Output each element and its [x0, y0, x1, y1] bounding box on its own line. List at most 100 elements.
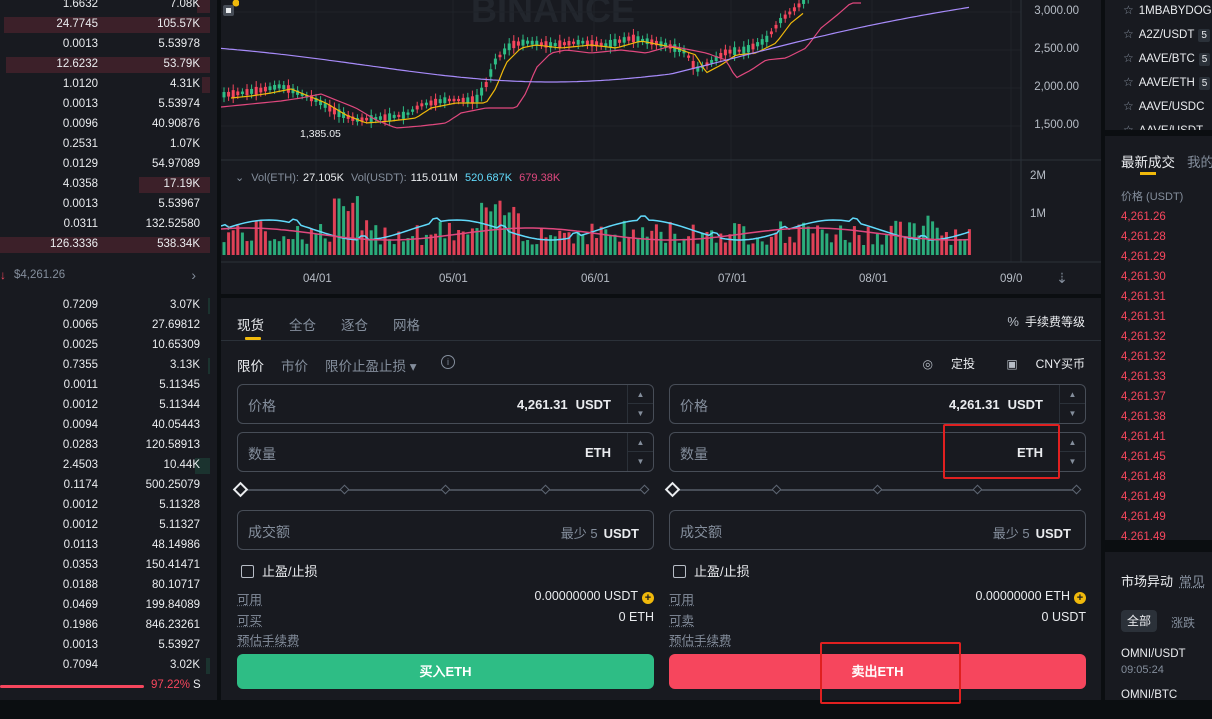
- ask-row[interactable]: 126.3336 538.34K: [0, 235, 210, 255]
- slider-step-25[interactable]: [771, 484, 782, 495]
- bid-row[interactable]: 0.0283 120.58913: [0, 436, 210, 456]
- vol-collapse-icon[interactable]: ⌄: [235, 172, 244, 184]
- slider-handle[interactable]: [664, 481, 681, 498]
- order-book-last-price[interactable]: ↓ $4,261.26 ›: [0, 264, 210, 286]
- bid-row[interactable]: 2.4503 10.44K: [0, 456, 210, 476]
- pair-item[interactable]: ☆ A2Z/USDT 5: [1123, 27, 1210, 42]
- buy-percent-slider[interactable]: [232, 481, 650, 498]
- common-link[interactable]: 常见: [1179, 574, 1205, 589]
- bid-row[interactable]: 0.0025 10.65309: [0, 336, 210, 356]
- bid-row[interactable]: 0.0065 27.69812: [0, 316, 210, 336]
- sell-price-field[interactable]: 价格 4,261.31 USDT ▲ ▼: [669, 384, 1086, 424]
- pair-item[interactable]: ☆ AAVE/BTC 5: [1123, 51, 1211, 66]
- add-funds-icon[interactable]: +: [1074, 592, 1086, 604]
- slider-step-100[interactable]: [1071, 484, 1082, 495]
- pair-item[interactable]: ☆ AAVE/ETH 5: [1123, 75, 1211, 90]
- bid-row[interactable]: 0.0012 5.11328: [0, 496, 210, 516]
- bid-row[interactable]: 0.0353 150.41471: [0, 556, 210, 576]
- bid-row[interactable]: 0.0094 40.05443: [0, 416, 210, 436]
- slider-step-50[interactable]: [872, 484, 883, 495]
- ask-row[interactable]: 0.0013 5.53978: [0, 35, 210, 55]
- ask-row[interactable]: 1.0120 4.31K: [0, 75, 210, 95]
- bid-row[interactable]: 0.7094 3.02K: [0, 656, 210, 676]
- decrement-icon[interactable]: ▼: [1060, 404, 1085, 423]
- expand-axis-icon[interactable]: ⇣: [1053, 270, 1071, 288]
- bid-row[interactable]: 0.0013 5.53927: [0, 636, 210, 656]
- ask-row[interactable]: 12.6232 53.79K: [0, 55, 210, 75]
- fee-level-link[interactable]: % 手续费等级: [1007, 313, 1085, 330]
- bid-row[interactable]: 0.0113 48.14986: [0, 536, 210, 556]
- sell-quantity-stepper[interactable]: ▲ ▼: [1059, 433, 1085, 471]
- kline-chart-canvas[interactable]: BINANCE: [221, 0, 1101, 294]
- buy-price-stepper[interactable]: ▲ ▼: [627, 385, 653, 423]
- sell-percent-slider[interactable]: [664, 481, 1082, 498]
- kline-chart[interactable]: BINANCE ⌄ Vol(ETH): 27.105K Vol(USDT): 115…: [221, 0, 1101, 294]
- notification-icon[interactable]: [221, 0, 239, 18]
- ask-row[interactable]: 0.2531 1.07K: [0, 135, 210, 155]
- increment-icon[interactable]: ▲: [628, 433, 653, 452]
- increment-icon[interactable]: ▲: [1060, 433, 1085, 452]
- ask-row[interactable]: 0.0311 132.52580: [0, 215, 210, 235]
- order-type-market[interactable]: 市价: [281, 355, 308, 375]
- sell-price-stepper[interactable]: ▲ ▼: [1059, 385, 1085, 423]
- order-type-limit[interactable]: 限价: [237, 355, 264, 375]
- buy-fee-label[interactable]: 预估手续费: [237, 630, 300, 649]
- tab-cross-margin[interactable]: 全仓: [289, 314, 316, 334]
- filter-all[interactable]: 全部: [1121, 610, 1157, 632]
- star-icon[interactable]: ☆: [1123, 75, 1134, 89]
- bid-row[interactable]: 0.7355 3.13K: [0, 356, 210, 376]
- star-icon[interactable]: ☆: [1123, 51, 1134, 65]
- star-icon[interactable]: ☆: [1123, 99, 1134, 113]
- decrement-icon[interactable]: ▼: [1060, 452, 1085, 471]
- ask-row[interactable]: 0.0096 40.90876: [0, 115, 210, 135]
- buy-price-field[interactable]: 价格 4,261.31 USDT ▲ ▼: [237, 384, 654, 424]
- slider-handle[interactable]: [232, 481, 249, 498]
- bid-row[interactable]: 0.0012 5.11327: [0, 516, 210, 536]
- increment-icon[interactable]: ▲: [628, 385, 653, 404]
- sell-price-value[interactable]: 4,261.31: [949, 397, 1000, 412]
- cny-buy-button[interactable]: ▣ CNY买币: [992, 357, 1085, 371]
- bid-row[interactable]: 0.0011 5.11345: [0, 376, 210, 396]
- bid-row[interactable]: 0.1174 500.25079: [0, 476, 210, 496]
- slider-step-75[interactable]: [540, 484, 551, 495]
- order-type-stop-limit[interactable]: 限价止盈止损 ▾: [325, 355, 417, 375]
- decrement-icon[interactable]: ▼: [628, 404, 653, 423]
- star-icon[interactable]: ☆: [1123, 3, 1134, 17]
- pair-item[interactable]: ☆ AAVE/USDT: [1123, 123, 1203, 130]
- buy-tpsl-checkbox[interactable]: 止盈/止损: [241, 561, 318, 580]
- buy-eth-button[interactable]: 买入ETH: [237, 654, 654, 689]
- ask-row[interactable]: 1.6632 7.08K: [0, 0, 210, 15]
- pair-item[interactable]: ☆ AAVE/USDC: [1123, 99, 1204, 113]
- ask-row[interactable]: 0.0013 5.53974: [0, 95, 210, 115]
- tab-latest-trades[interactable]: 最新成交: [1121, 155, 1175, 170]
- filter-rise-fall[interactable]: 涨跌: [1171, 614, 1195, 631]
- star-icon[interactable]: ☆: [1123, 123, 1134, 130]
- star-icon[interactable]: ☆: [1123, 27, 1134, 41]
- decrement-icon[interactable]: ▼: [628, 452, 653, 471]
- mover-pair[interactable]: OMNI/USDT: [1121, 648, 1186, 660]
- auto-invest-button[interactable]: ◎ 定投: [908, 357, 975, 371]
- buy-quantity-field[interactable]: 数量 ETH ▲ ▼: [237, 432, 654, 472]
- ask-row[interactable]: 4.0358 17.19K: [0, 175, 210, 195]
- tab-grid[interactable]: 网格: [393, 314, 420, 334]
- sell-total-field[interactable]: 成交额 最少 5 USDT: [669, 510, 1086, 550]
- buy-total-field[interactable]: 成交额 最少 5 USDT: [237, 510, 654, 550]
- bid-row[interactable]: 0.0188 80.10717: [0, 576, 210, 596]
- ask-row[interactable]: 24.7745 105.57K: [0, 15, 210, 35]
- bid-row[interactable]: 0.0469 199.84089: [0, 596, 210, 616]
- increment-icon[interactable]: ▲: [1060, 385, 1085, 404]
- tab-isolated-margin[interactable]: 逐仓: [341, 314, 368, 334]
- buy-price-value[interactable]: 4,261.31: [517, 397, 568, 412]
- ask-row[interactable]: 0.0013 5.53967: [0, 195, 210, 215]
- add-funds-icon[interactable]: +: [642, 592, 654, 604]
- sell-fee-label[interactable]: 预估手续费: [669, 630, 732, 649]
- buy-quantity-stepper[interactable]: ▲ ▼: [627, 433, 653, 471]
- checkbox[interactable]: [673, 565, 686, 578]
- bid-row[interactable]: 0.7209 3.07K: [0, 296, 210, 316]
- sell-tpsl-checkbox[interactable]: 止盈/止损: [673, 561, 750, 580]
- tab-spot[interactable]: 现货: [237, 314, 264, 334]
- slider-step-75[interactable]: [972, 484, 983, 495]
- bid-row[interactable]: 0.1986 846.23261: [0, 616, 210, 636]
- chevron-right-icon[interactable]: ›: [191, 267, 196, 283]
- info-icon[interactable]: i: [441, 355, 455, 369]
